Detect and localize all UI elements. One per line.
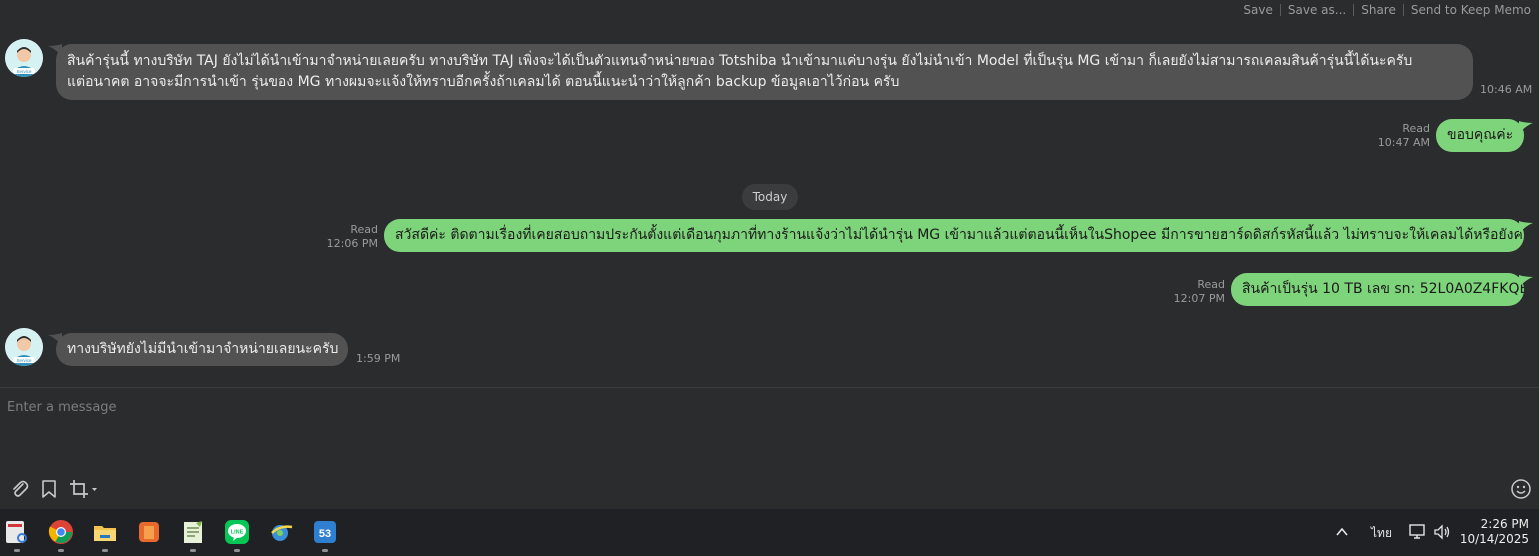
notepad-icon[interactable] — [180, 519, 206, 545]
incoming-message-bubble[interactable]: ทางบริษัทยังไม่มีนำเข้ามาจำหน่ายเลยนะครั… — [56, 333, 348, 366]
read-status: Read — [1197, 278, 1225, 291]
taskbar: LINE 53 ไทย 2:26 PM 10/14/2025 — [0, 509, 1539, 556]
file-explorer-icon[interactable] — [92, 519, 118, 545]
message-time: 10:46 AM — [1480, 83, 1533, 96]
network-icon[interactable] — [1409, 523, 1427, 541]
message-input[interactable]: Enter a message — [7, 400, 117, 415]
share-button[interactable]: Share — [1361, 3, 1396, 17]
running-indicator — [234, 549, 240, 552]
message-text: ทางบริษัทยังไม่มีนำเข้ามาจำหน่ายเลยนะครั… — [67, 341, 339, 357]
divider — [1402, 4, 1404, 16]
message-composer: Enter a message — [0, 387, 1539, 510]
office-icon[interactable] — [136, 519, 162, 545]
input-language-indicator[interactable]: ไทย — [1371, 524, 1392, 543]
svg-text:LINE: LINE — [231, 530, 244, 536]
message-meta: Read 12:06 PM — [318, 223, 378, 251]
message-time: 10:47 AM — [1377, 136, 1430, 149]
running-indicator — [58, 549, 64, 552]
bubble-tail-icon — [1519, 221, 1533, 233]
outgoing-message-bubble[interactable]: สวัสดีค่ะ ติดตามเรื่องที่เคยสอบถามประกัน… — [384, 219, 1524, 252]
chat-toolbar: Save Save as... Share Send to Keep Memo — [1243, 3, 1531, 17]
running-indicator — [322, 549, 328, 552]
message-time: 1:59 PM — [356, 352, 401, 365]
chat-area: Save Save as... Share Send to Keep Memo … — [0, 0, 1539, 387]
svg-text:Service: Service — [16, 358, 32, 363]
network-app-icon[interactable] — [268, 519, 294, 545]
message-time: 12:07 PM — [1173, 292, 1225, 305]
emoji-icon[interactable] — [1510, 478, 1532, 500]
bubble-tail-icon — [1519, 275, 1533, 287]
attach-file-icon[interactable] — [8, 478, 30, 500]
line-app-icon[interactable]: LINE — [224, 519, 250, 545]
running-indicator — [102, 549, 108, 552]
save-button[interactable]: Save — [1243, 3, 1272, 17]
message-text: สินค้ารุ่นนี้ ทางบริษัท TAJ ยังไม่ได้นำเ… — [67, 53, 1413, 69]
message-text: แต่อนาคต อาจจะมีการนำเข้า รุ่นของ MG ทาง… — [67, 74, 900, 90]
message-time: 12:06 PM — [326, 237, 378, 250]
message-meta: Read 10:47 AM — [1370, 122, 1430, 150]
service-avatar-icon: Service — [5, 39, 43, 77]
snipping-tool-icon[interactable] — [4, 519, 30, 545]
divider — [1353, 4, 1355, 16]
message-text: สินค้าเป็นรุ่น 10 TB เลข sn: 52L0A0Z4FKQ… — [1242, 281, 1524, 297]
clock-date: 10/14/2025 — [1459, 532, 1529, 546]
outgoing-message-bubble[interactable]: สินค้าเป็นรุ่น 10 TB เลข sn: 52L0A0Z4FKQ… — [1231, 273, 1524, 306]
outgoing-message-bubble[interactable]: ขอบคุณค่ะ — [1436, 119, 1525, 152]
read-status: Read — [350, 223, 378, 236]
save-as-button[interactable]: Save as... — [1288, 3, 1346, 17]
incoming-message-bubble[interactable]: สินค้ารุ่นนี้ ทางบริษัท TAJ ยังไม่ได้นำเ… — [56, 44, 1473, 100]
bookmark-icon[interactable] — [38, 478, 60, 500]
svg-text:53: 53 — [319, 528, 331, 540]
chevron-up-icon[interactable] — [1335, 525, 1349, 539]
speaker-icon[interactable] — [1433, 523, 1451, 541]
avatar[interactable]: Service — [5, 39, 43, 77]
crop-screenshot-icon[interactable] — [68, 478, 100, 500]
clock-time: 2:26 PM — [1480, 517, 1529, 531]
svg-text:Service: Service — [16, 69, 32, 74]
running-indicator — [14, 549, 20, 552]
read-status: Read — [1402, 122, 1430, 135]
taskbar-clock[interactable]: 2:26 PM 10/14/2025 — [1460, 517, 1529, 547]
bubble-tail-icon — [1519, 121, 1533, 133]
message-text: สวัสดีค่ะ ติดตามเรื่องที่เคยสอบถามประกัน… — [395, 227, 1524, 243]
avatar[interactable]: Service — [5, 328, 43, 366]
divider — [1279, 4, 1281, 16]
send-to-keep-memo-button[interactable]: Send to Keep Memo — [1411, 3, 1531, 17]
service-avatar-icon: Service — [5, 328, 43, 366]
chrome-icon[interactable] — [48, 519, 74, 545]
s3-app-icon[interactable]: 53 — [312, 519, 338, 545]
message-text: ขอบคุณค่ะ — [1447, 127, 1514, 143]
date-divider: Today — [742, 184, 798, 210]
message-meta: Read 12:07 PM — [1165, 278, 1225, 306]
running-indicator — [190, 549, 196, 552]
